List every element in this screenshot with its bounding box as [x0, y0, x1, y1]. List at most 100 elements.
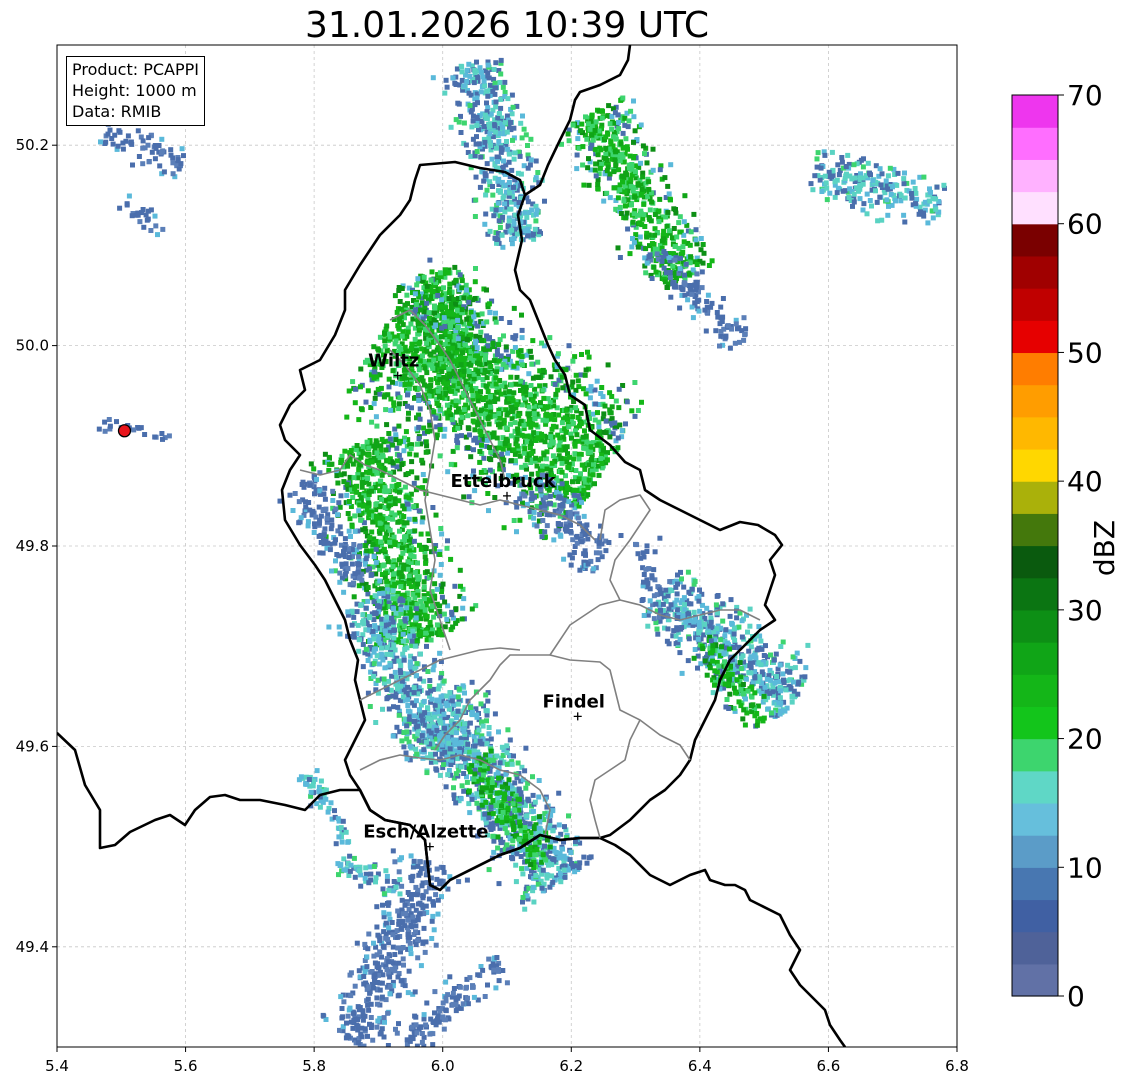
echo-pixel [415, 560, 420, 566]
echo-pixel [594, 378, 600, 384]
echo-pixel [489, 780, 495, 785]
echo-pixel [441, 433, 447, 439]
echo-pixel [565, 867, 571, 873]
echo-pixel [524, 813, 530, 819]
echo-pixel [342, 536, 348, 542]
echo-pixel [570, 420, 576, 426]
echo-pixel [521, 450, 527, 456]
echo-pixel [566, 424, 572, 430]
echo-pixel [568, 850, 574, 855]
echo-pixel [488, 82, 493, 88]
echo-pixel [485, 93, 491, 99]
echo-pixel [374, 470, 380, 476]
echo-pixel [511, 823, 517, 829]
echo-pixel [404, 723, 410, 729]
echo-pixel [454, 730, 459, 736]
echo-pixel [431, 357, 437, 363]
echo-pixel [401, 623, 407, 629]
echo-pixel [329, 568, 334, 574]
echo-pixel [412, 516, 418, 522]
echo-pixel [373, 546, 379, 552]
echo-pixel [360, 444, 366, 450]
echo-pixel [484, 161, 490, 167]
echo-pixel [487, 394, 493, 400]
echo-pixel [537, 383, 543, 389]
echo-pixel [363, 605, 369, 611]
echo-pixel [460, 605, 466, 611]
echo-pixel [414, 661, 420, 667]
echo-pixel [392, 581, 398, 587]
echo-pixel [599, 385, 605, 390]
echo-pixel [358, 495, 364, 501]
echo-pixel [409, 638, 415, 644]
echo-pixel [406, 716, 412, 722]
echo-pixel [467, 432, 472, 438]
echo-pixel [599, 461, 605, 466]
echo-pixel [372, 611, 378, 617]
echo-pixel [530, 792, 536, 798]
echo-pixel [323, 506, 329, 512]
echo-pixel [417, 707, 422, 713]
echo-pixel [469, 796, 475, 802]
echo-pixel [453, 398, 459, 404]
echo-pixel [322, 496, 328, 502]
echo-pixel [443, 390, 449, 396]
echo-pixel [536, 375, 542, 380]
echo-pixel [326, 624, 332, 630]
echo-pixel [584, 860, 590, 866]
echo-pixel [416, 632, 422, 638]
echo-pixel [337, 579, 343, 585]
echo-pixel [439, 334, 444, 340]
echo-pixel [358, 384, 363, 390]
echo-pixel [416, 508, 422, 514]
echo-pixel [453, 82, 459, 87]
echo-pixel [509, 761, 515, 767]
echo-pixel [484, 712, 490, 718]
echo-pixel [493, 104, 499, 110]
echo-pixel [501, 525, 507, 531]
echo-pixel [474, 114, 480, 120]
echo-pixel [521, 422, 527, 428]
echo-pixel [440, 581, 446, 587]
echo-pixel [382, 330, 387, 336]
echo-pixel [472, 743, 478, 749]
echo-pixel [447, 281, 453, 287]
echo-pixel [530, 774, 535, 780]
echo-pixel [499, 232, 505, 238]
echo-pixel [402, 302, 408, 308]
echo-pixel [459, 350, 465, 356]
echo-pixel [511, 221, 517, 227]
echo-pixel [488, 364, 494, 369]
echo-pixel [497, 760, 503, 766]
echo-pixel [404, 645, 410, 651]
echo-pixel [442, 725, 447, 731]
echo-pixel [519, 327, 525, 333]
echo-pixel [508, 433, 514, 439]
echo-pixel [497, 189, 503, 195]
echo-pixel [454, 350, 460, 356]
echo-pixel [428, 388, 434, 394]
echo-pixel [528, 440, 534, 446]
echo-pixel [477, 65, 483, 71]
echo-pixel [402, 382, 408, 387]
echo-pixel [416, 424, 422, 430]
echo-pixel [399, 462, 405, 467]
echo-pixel [511, 305, 517, 311]
echo-pixel [455, 100, 461, 106]
echo-pixel [423, 449, 429, 455]
echo-pixel [424, 300, 430, 306]
echo-pixel [363, 646, 369, 652]
echo-pixel [518, 790, 524, 796]
echo-pixel [578, 372, 584, 378]
echo-pixel [508, 421, 513, 427]
echo-pixel [407, 743, 413, 749]
echo-pixel [415, 276, 421, 282]
echo-pixel [615, 435, 621, 441]
echo-pixel [402, 375, 408, 381]
echo-pixel [508, 382, 514, 388]
echo-pixel [600, 447, 606, 453]
echo-pixel [582, 372, 588, 378]
echo-pixel [496, 445, 502, 451]
echo-pixel [393, 437, 399, 443]
echo-pixel [365, 475, 371, 481]
